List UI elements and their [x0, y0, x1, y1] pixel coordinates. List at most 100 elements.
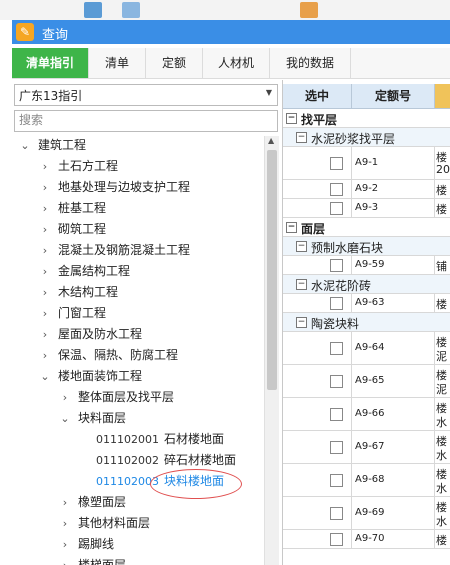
tree-node[interactable]: › 金属结构工程: [12, 261, 262, 282]
select-checkbox[interactable]: [330, 157, 343, 170]
table-row[interactable]: A9-3 楼: [283, 199, 450, 218]
select-checkbox[interactable]: [330, 474, 343, 487]
tree-node-label: 橡塑面层: [78, 495, 127, 509]
tab-bill[interactable]: 清单: [89, 48, 146, 78]
table-row[interactable]: A9-69 楼水: [283, 497, 450, 530]
tree-scrollbar[interactable]: ▲: [264, 136, 279, 565]
search-box[interactable]: [14, 110, 278, 132]
tab-bill-guide[interactable]: 清单指引: [12, 48, 89, 78]
tree-node[interactable]: › 木结构工程: [12, 282, 262, 303]
tree-leaf-item[interactable]: 011102001 石材楼地面: [12, 429, 262, 450]
collapse-icon[interactable]: −: [286, 113, 297, 124]
dropdown-arrow-icon[interactable]: ▼: [266, 88, 272, 97]
tree-node[interactable]: › 桩基工程: [12, 198, 262, 219]
group-row[interactable]: − 预制水磨石块: [283, 237, 450, 256]
select-checkbox[interactable]: [330, 183, 343, 196]
quota-code: A9-65: [355, 374, 385, 386]
select-checkbox[interactable]: [330, 259, 343, 272]
chevron-right-icon[interactable]: ›: [40, 261, 50, 282]
tree-node-label: 木结构工程: [58, 285, 119, 299]
chevron-right-icon[interactable]: ›: [40, 345, 50, 366]
tree-leaf-item[interactable]: 011102002 碎石材楼地面: [12, 450, 262, 471]
table-row[interactable]: A9-2 楼: [283, 180, 450, 199]
chevron-right-icon[interactable]: ›: [40, 282, 50, 303]
select-checkbox[interactable]: [330, 408, 343, 421]
search-input[interactable]: [15, 111, 273, 129]
table-row[interactable]: A9-1楼20m: [283, 147, 450, 180]
select-checkbox[interactable]: [330, 297, 343, 310]
cell-divider: [351, 180, 352, 199]
chevron-right-icon[interactable]: ›: [60, 513, 70, 534]
tree-node[interactable]: ⌄ 建筑工程: [12, 135, 262, 156]
table-row[interactable]: A9-64 楼泥: [283, 332, 450, 365]
table-row[interactable]: A9-59 铺: [283, 256, 450, 275]
chevron-right-icon[interactable]: ›: [60, 387, 70, 408]
toolbar-icon: [122, 2, 140, 18]
tree-node[interactable]: › 楼梯面层: [12, 555, 262, 565]
tab-my-data[interactable]: 我的数据: [270, 48, 351, 78]
cell-divider: [434, 530, 435, 549]
table-row[interactable]: A9-66 楼水: [283, 398, 450, 431]
chevron-right-icon[interactable]: ›: [60, 492, 70, 513]
chevron-right-icon[interactable]: ›: [40, 156, 50, 177]
tree-node-label: 砌筑工程: [58, 222, 107, 236]
column-header-quota-code: 定额号: [352, 84, 435, 109]
chevron-right-icon[interactable]: ›: [60, 534, 70, 555]
bill-code: 011102002: [96, 454, 159, 467]
tree-node[interactable]: › 地基处理与边坡支护工程: [12, 177, 262, 198]
scroll-up-icon[interactable]: ▲: [268, 136, 274, 145]
toolbar-icon: [300, 2, 318, 18]
chevron-down-icon[interactable]: ⌄: [60, 408, 70, 429]
cell-divider: [351, 199, 352, 218]
chevron-right-icon[interactable]: ›: [40, 303, 50, 324]
chevron-right-icon[interactable]: ›: [40, 240, 50, 261]
chevron-down-icon[interactable]: ⌄: [20, 135, 30, 156]
chevron-right-icon[interactable]: ›: [40, 177, 50, 198]
tree-node[interactable]: ⌄ 块料面层: [12, 408, 262, 429]
select-checkbox[interactable]: [330, 533, 343, 546]
chevron-right-icon[interactable]: ›: [60, 555, 70, 565]
table-row[interactable]: A9-68 楼水: [283, 464, 450, 497]
table-row[interactable]: A9-65 楼泥: [283, 365, 450, 398]
tree-node[interactable]: › 门窗工程: [12, 303, 262, 324]
chevron-right-icon[interactable]: ›: [40, 219, 50, 240]
group-row[interactable]: − 陶瓷块料: [283, 313, 450, 332]
cell-divider: [351, 530, 352, 549]
select-checkbox[interactable]: [330, 202, 343, 215]
tree-node[interactable]: › 土石方工程: [12, 156, 262, 177]
tree-node[interactable]: › 其他材料面层: [12, 513, 262, 534]
group-row[interactable]: − 水泥砂浆找平层: [283, 128, 450, 147]
tree-node[interactable]: › 踢脚线: [12, 534, 262, 555]
table-row[interactable]: A9-63 楼: [283, 294, 450, 313]
cell-divider: [434, 180, 435, 199]
table-row[interactable]: A9-70 楼: [283, 530, 450, 549]
tree-node[interactable]: › 混凝土及钢筋混凝土工程: [12, 240, 262, 261]
chevron-right-icon[interactable]: ›: [40, 198, 50, 219]
tree-node[interactable]: › 保温、隔热、防腐工程: [12, 345, 262, 366]
tree-node[interactable]: › 砌筑工程: [12, 219, 262, 240]
tree-node[interactable]: › 整体面层及找平层: [12, 387, 262, 408]
tree-node-label: 楼梯面层: [78, 558, 127, 565]
group-row[interactable]: − 找平层: [283, 109, 450, 128]
select-checkbox[interactable]: [330, 375, 343, 388]
tab-quota[interactable]: 定额: [146, 48, 203, 78]
select-checkbox[interactable]: [330, 507, 343, 520]
scrollbar-thumb[interactable]: [267, 150, 277, 390]
group-row[interactable]: − 水泥花阶砖: [283, 275, 450, 294]
collapse-icon[interactable]: −: [286, 222, 297, 233]
region-select[interactable]: 广东13指引 ▼: [14, 84, 278, 106]
tree-node[interactable]: ⌄ 楼地面装饰工程: [12, 366, 262, 387]
collapse-icon[interactable]: −: [296, 317, 307, 328]
tree-node[interactable]: › 屋面及防水工程: [12, 324, 262, 345]
select-checkbox[interactable]: [330, 441, 343, 454]
tab-labor-material-machine[interactable]: 人材机: [203, 48, 270, 78]
collapse-icon[interactable]: −: [296, 279, 307, 290]
collapse-icon[interactable]: −: [296, 132, 307, 143]
chevron-down-icon[interactable]: ⌄: [40, 366, 50, 387]
collapse-icon[interactable]: −: [296, 241, 307, 252]
select-checkbox[interactable]: [330, 342, 343, 355]
table-row[interactable]: A9-67 楼水: [283, 431, 450, 464]
group-row[interactable]: − 面层: [283, 218, 450, 237]
chevron-right-icon[interactable]: ›: [40, 324, 50, 345]
group-label: 陶瓷块料: [311, 317, 360, 331]
